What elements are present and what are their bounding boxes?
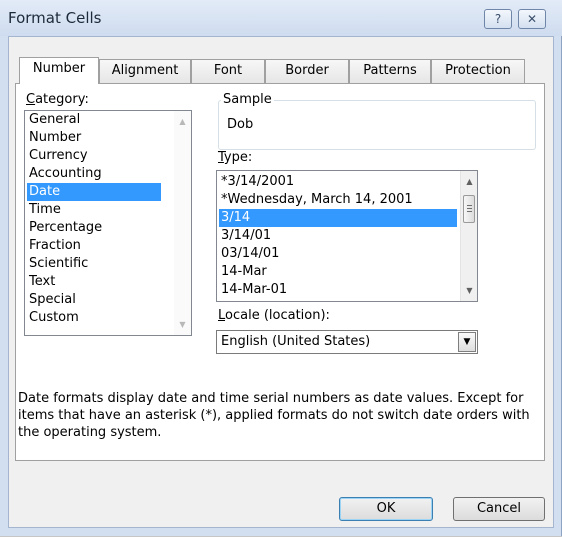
format-description: Date formats display date and time seria… xyxy=(18,391,530,440)
sample-value: Dob xyxy=(227,117,254,132)
category-item-date[interactable]: Date xyxy=(27,183,161,201)
category-item-custom[interactable]: Custom xyxy=(27,309,79,327)
locale-dropdown[interactable]: English (United States) ▼ xyxy=(216,330,478,354)
tab-border[interactable]: Border xyxy=(265,59,349,83)
scroll-down-arrow-icon[interactable]: ▼ xyxy=(174,316,191,333)
category-item-accounting[interactable]: Accounting xyxy=(27,165,102,183)
tab-font[interactable]: Font xyxy=(191,59,265,83)
type-label: Type: xyxy=(218,150,253,165)
scrollbar-thumb[interactable] xyxy=(463,195,475,223)
tab-protection[interactable]: Protection xyxy=(431,59,525,83)
scroll-up-arrow-icon[interactable]: ▲ xyxy=(461,173,477,190)
category-item-general[interactable]: General xyxy=(27,111,80,129)
title-bar[interactable]: Format Cells ? ✕ xyxy=(0,0,562,36)
dialog-frame: Format Cells ? ✕ Number Alignment Font B… xyxy=(0,0,562,536)
dialog-client: Number Alignment Font Border Patterns Pr… xyxy=(8,36,554,528)
type-item[interactable]: *3/14/2001 xyxy=(219,173,294,191)
category-item-text[interactable]: Text xyxy=(27,273,55,291)
dialog-title: Format Cells xyxy=(8,9,102,27)
category-item-currency[interactable]: Currency xyxy=(27,147,88,165)
type-scrollbar[interactable]: ▲ ▼ xyxy=(460,171,477,301)
background-sheet-strip xyxy=(0,536,562,542)
type-item[interactable]: 3/14/01 xyxy=(219,227,271,245)
sample-legend: Sample xyxy=(221,92,274,107)
cancel-button[interactable]: Cancel xyxy=(453,497,545,521)
close-button[interactable]: ✕ xyxy=(518,9,546,29)
category-item-scientific[interactable]: Scientific xyxy=(27,255,88,273)
type-item[interactable]: 14-Mar-01 xyxy=(219,281,287,299)
category-item-time[interactable]: Time xyxy=(27,201,61,219)
tab-alignment[interactable]: Alignment xyxy=(99,59,191,83)
category-scrollbar[interactable]: ▲ ▼ xyxy=(174,111,191,335)
category-list[interactable]: General Number Currency Accounting Date … xyxy=(24,110,192,336)
help-icon: ? xyxy=(494,12,502,26)
category-item-number[interactable]: Number xyxy=(27,129,81,147)
dropdown-arrow-icon[interactable]: ▼ xyxy=(458,332,476,352)
sample-group: Sample Dob xyxy=(218,92,536,150)
type-item[interactable]: 14-Mar xyxy=(219,263,267,281)
help-button[interactable]: ? xyxy=(484,9,512,29)
locale-value: English (United States) xyxy=(221,334,371,349)
type-item-selected[interactable]: 3/14 xyxy=(219,209,457,227)
locale-label: Locale (location): xyxy=(218,308,330,323)
scroll-up-arrow-icon[interactable]: ▲ xyxy=(174,113,191,130)
tab-patterns[interactable]: Patterns xyxy=(349,59,431,83)
type-item[interactable]: 03/14/01 xyxy=(219,245,279,263)
ok-button[interactable]: OK xyxy=(339,497,433,521)
close-icon: ✕ xyxy=(526,12,538,26)
scroll-down-arrow-icon[interactable]: ▼ xyxy=(461,282,477,299)
type-item[interactable]: *Wednesday, March 14, 2001 xyxy=(219,191,413,209)
tab-number[interactable]: Number xyxy=(19,57,99,84)
category-label: Category: xyxy=(26,92,89,107)
number-tab-panel: Category: General Number Currency Accoun… xyxy=(15,83,545,461)
category-item-fraction[interactable]: Fraction xyxy=(27,237,81,255)
category-item-percentage[interactable]: Percentage xyxy=(27,219,102,237)
type-list[interactable]: *3/14/2001 *Wednesday, March 14, 2001 3/… xyxy=(216,170,478,302)
category-item-special[interactable]: Special xyxy=(27,291,76,309)
